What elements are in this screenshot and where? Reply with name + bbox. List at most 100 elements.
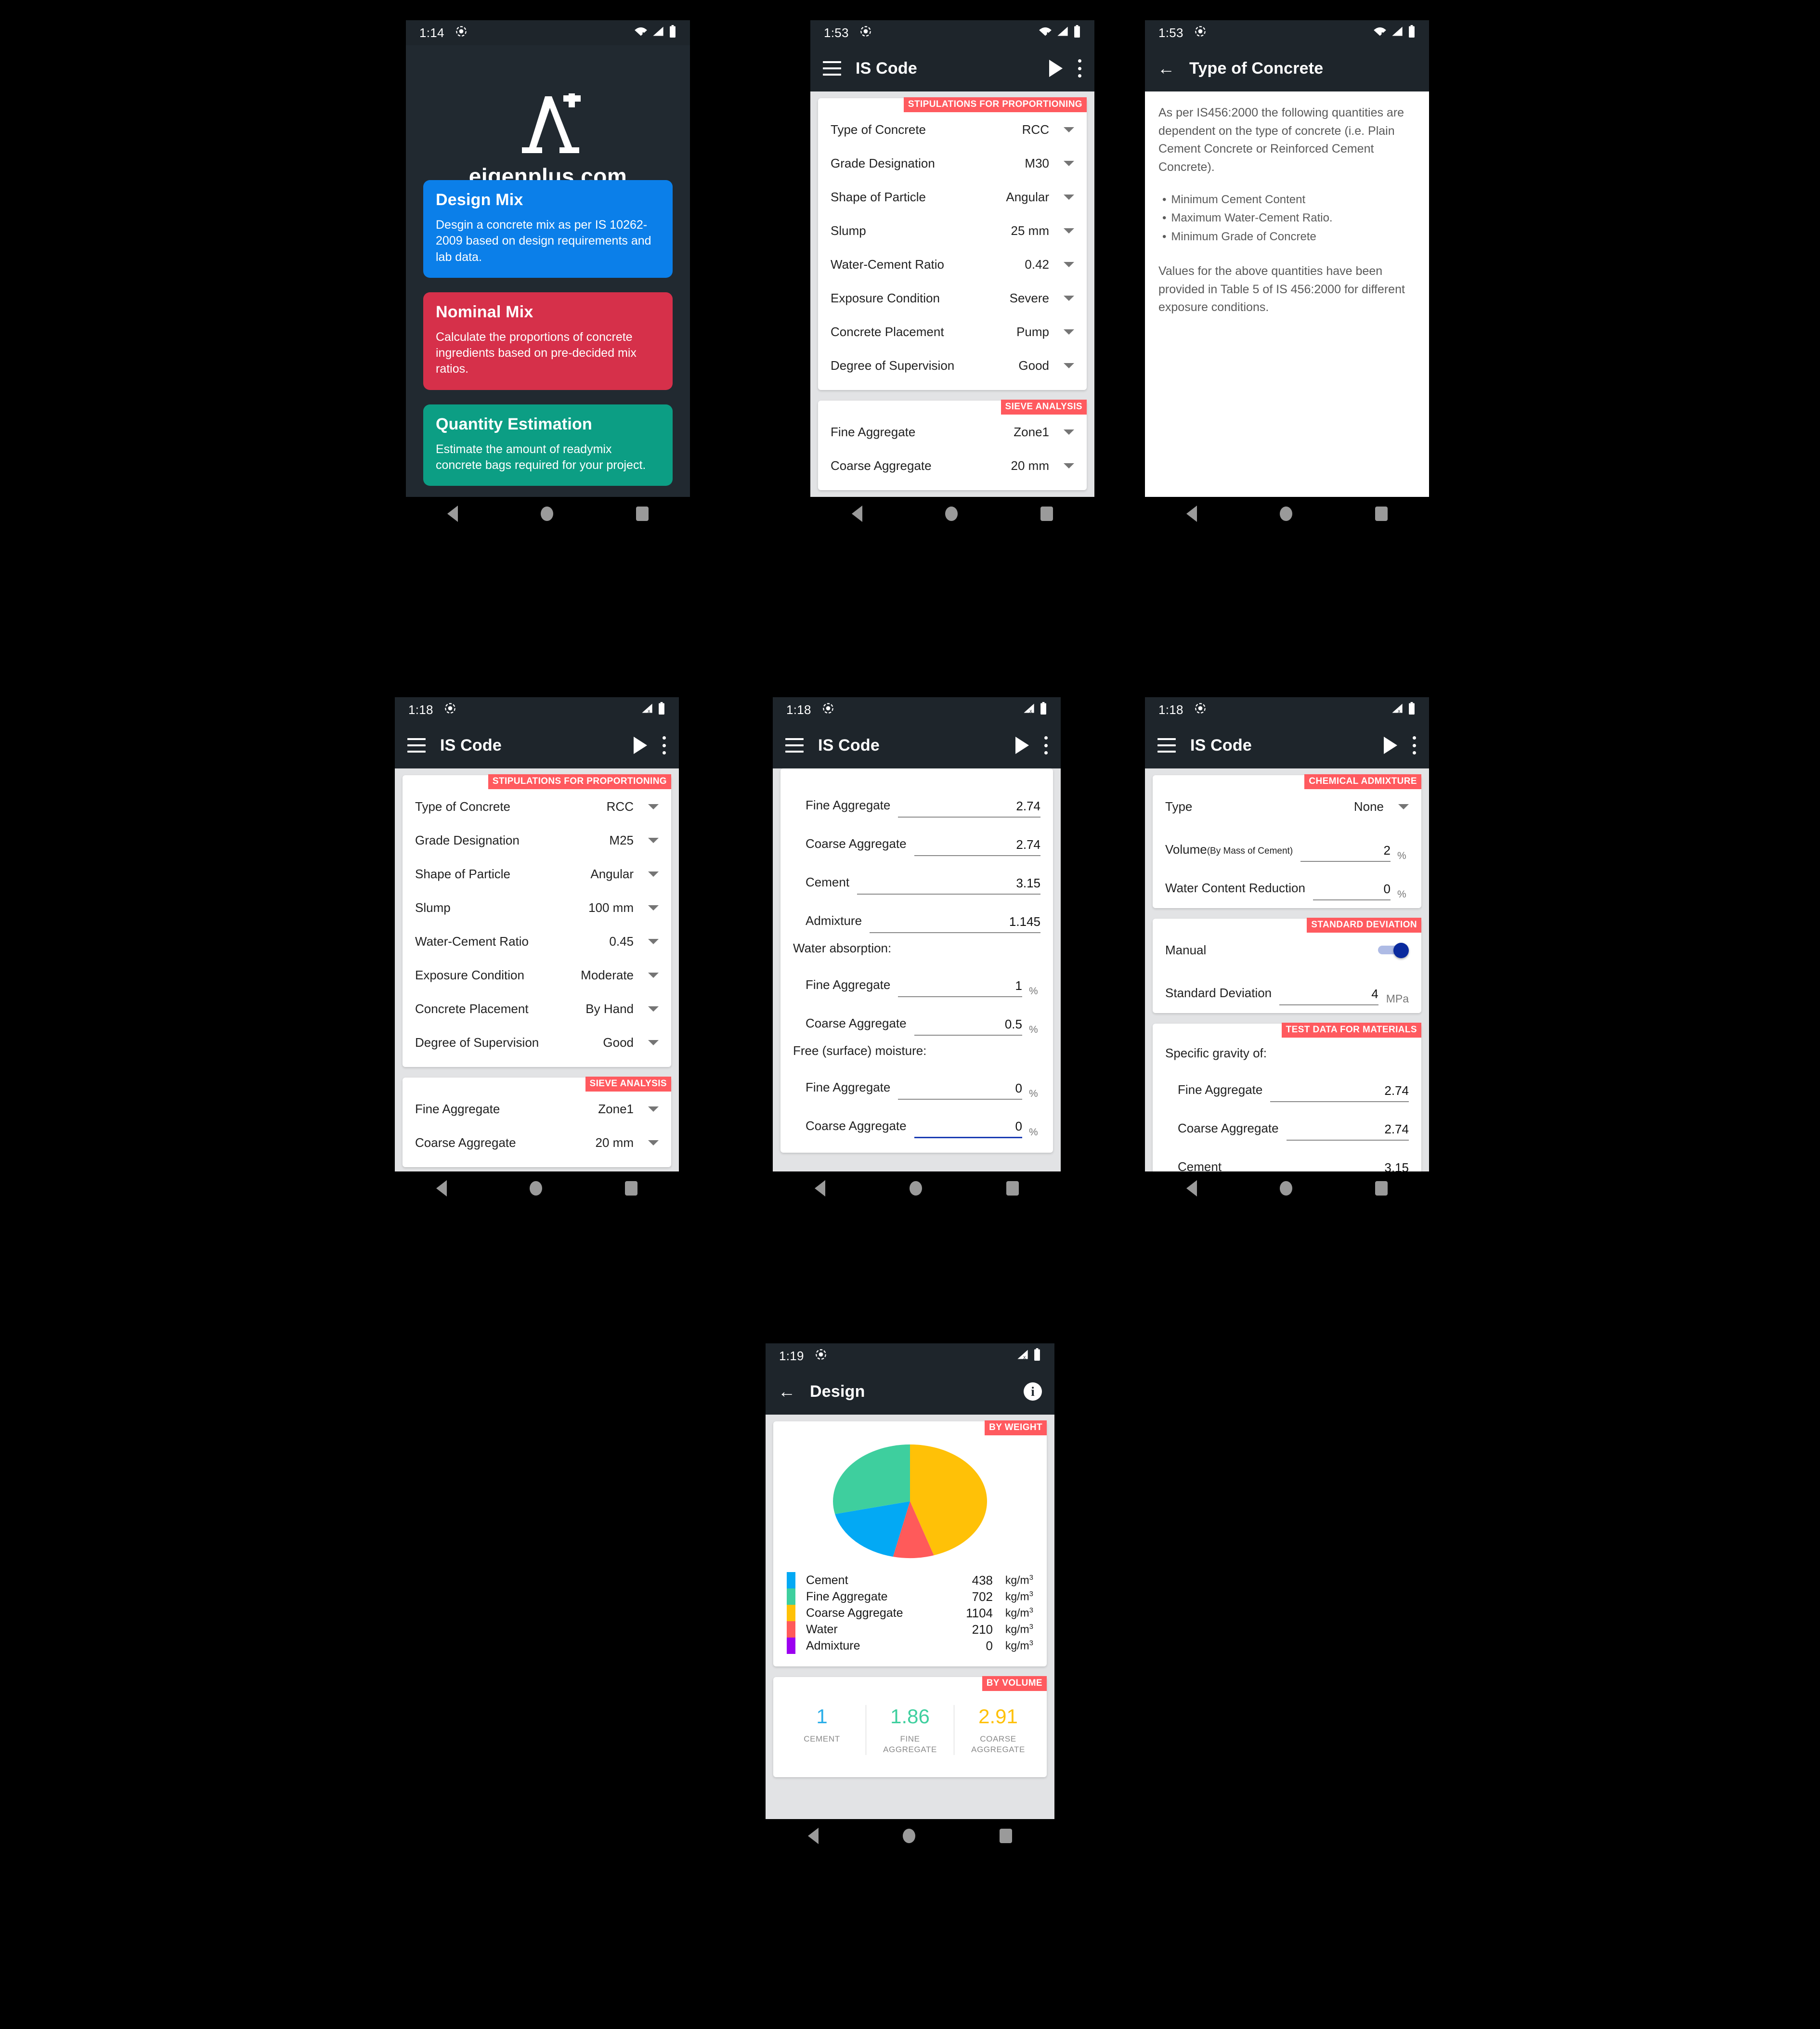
field-value[interactable]: 3.15 [857,876,1040,895]
row-grade-designation[interactable]: Grade Designation M25 [403,823,671,857]
field-value[interactable]: 0 [898,1081,1022,1100]
nav-home-icon[interactable] [541,507,553,521]
row-concrete-placement[interactable]: Concrete Placement By Hand [403,992,671,1026]
field-standard-deviation[interactable]: Standard Deviation 4 MPa [1153,967,1421,1005]
form-scroll-area[interactable]: STIPULATIONS FOR PROPORTIONING Type of C… [395,768,679,1173]
field-fm-coarse-aggregate[interactable]: Coarse Aggregate 0 % [780,1100,1053,1138]
nav-recents-icon[interactable] [1375,507,1388,521]
kebab-menu-icon[interactable] [1412,736,1417,754]
field-value[interactable]: 1 [898,978,1022,997]
field-value[interactable]: 0 [1313,882,1391,900]
row-type-of-concrete[interactable]: Type of Concrete RCC [403,790,671,823]
play-icon[interactable] [1384,737,1397,754]
row-water-cement-ratio[interactable]: Water-Cement Ratio 0.42 [818,247,1087,281]
chevron-down-icon[interactable] [1064,463,1074,468]
nav-back-icon[interactable] [852,506,862,522]
field-value[interactable]: 0.5 [914,1017,1022,1036]
chevron-down-icon[interactable] [1064,194,1074,200]
chevron-down-icon[interactable] [648,905,659,910]
row-exposure-condition[interactable]: Exposure Condition Moderate [403,958,671,992]
nav-recents-icon[interactable] [625,1181,637,1196]
field-sg-fine-aggregate[interactable]: Fine Aggregate 2.74 [1153,1064,1421,1102]
hamburger-icon[interactable] [1157,738,1176,753]
back-arrow-icon[interactable]: ← [778,1383,795,1400]
row-degree-of-supervision[interactable]: Degree of Supervision Good [818,349,1087,382]
field-sg-cement[interactable]: Cement 3.15 [780,856,1053,895]
field-sg-cement[interactable]: Cement 3.15 [1153,1141,1421,1173]
chevron-down-icon[interactable] [648,1040,659,1045]
nav-home-icon[interactable] [945,507,958,521]
form-scroll-area[interactable]: STIPULATIONS FOR PROPORTIONING Type of C… [810,91,1094,498]
field-wa-fine-aggregate[interactable]: Fine Aggregate 1 % [780,959,1053,997]
info-icon[interactable]: i [1024,1382,1042,1401]
row-slump[interactable]: Slump 25 mm [818,214,1087,247]
nav-back-icon[interactable] [807,1828,819,1844]
chevron-down-icon[interactable] [648,1006,659,1012]
hamburger-icon[interactable] [823,61,841,76]
field-water-content-reduction[interactable]: Water Content Reduction 0 % [1153,862,1421,900]
kebab-menu-icon[interactable] [1043,736,1048,754]
chevron-down-icon[interactable] [1064,127,1074,132]
nav-back-icon[interactable] [436,1180,447,1197]
chevron-down-icon[interactable] [648,837,659,843]
row-fine-aggregate[interactable]: Fine Aggregate Zone1 [403,1092,671,1126]
row-type-of-concrete[interactable]: Type of Concrete RCC [818,113,1087,146]
chevron-down-icon[interactable] [648,871,659,877]
chevron-down-icon[interactable] [648,1106,659,1112]
chevron-down-icon[interactable] [648,804,659,809]
nav-home-icon[interactable] [530,1181,542,1196]
row-coarse-aggregate[interactable]: Coarse Aggregate 20 mm [818,449,1087,482]
hamburger-icon[interactable] [407,738,426,753]
field-value[interactable]: 0 [914,1119,1022,1138]
nav-back-icon[interactable] [1186,1180,1197,1197]
play-icon[interactable] [1049,60,1063,77]
form-scroll-area[interactable]: CHEMICAL ADMIXTURE Type None Volume(By M… [1145,768,1429,1173]
nav-home-icon[interactable] [1280,1181,1292,1196]
nav-recents-icon[interactable] [1375,1181,1388,1196]
chevron-down-icon[interactable] [1064,295,1074,301]
field-sg-fine-aggregate[interactable]: Fine Aggregate 2.74 [780,779,1053,818]
row-shape-of-particle[interactable]: Shape of Particle Angular [818,180,1087,214]
row-admixture-type[interactable]: Type None [1153,790,1421,823]
nav-recents-icon[interactable] [636,507,649,521]
field-wa-coarse-aggregate[interactable]: Coarse Aggregate 0.5 % [780,997,1053,1036]
field-value[interactable]: 2.74 [1286,1122,1409,1141]
field-value[interactable]: 4 [1279,987,1378,1005]
form-scroll-area[interactable]: Fine Aggregate 2.74 Coarse Aggregate 2.7… [773,768,1061,1173]
chevron-down-icon[interactable] [1064,160,1074,166]
chevron-down-icon[interactable] [1064,329,1074,335]
row-shape-of-particle[interactable]: Shape of Particle Angular [403,857,671,891]
row-coarse-aggregate[interactable]: Coarse Aggregate 20 mm [403,1126,671,1159]
chevron-down-icon[interactable] [648,1140,659,1145]
play-icon[interactable] [1015,737,1029,754]
nav-home-icon[interactable] [909,1181,922,1196]
play-icon[interactable] [634,737,647,754]
card-nominal-mix[interactable]: Nominal Mix Calculate the proportions of… [423,292,673,390]
field-sg-admixture[interactable]: Admixture 1.145 [780,895,1053,933]
row-slump[interactable]: Slump 100 mm [403,891,671,924]
row-fine-aggregate[interactable]: Fine Aggregate Zone1 [818,415,1087,449]
chevron-down-icon[interactable] [1398,804,1409,809]
nav-back-icon[interactable] [447,506,458,522]
nav-home-icon[interactable] [1280,507,1292,521]
chevron-down-icon[interactable] [648,972,659,978]
kebab-menu-icon[interactable] [1077,59,1082,78]
chevron-down-icon[interactable] [1064,429,1074,435]
back-arrow-icon[interactable]: ← [1157,60,1175,77]
results-scroll-area[interactable]: BY WEIGHT Cement 438 kg/m3 Fine Aggregat… [766,1415,1054,1819]
field-value[interactable]: 2.74 [898,799,1040,818]
row-water-cement-ratio[interactable]: Water-Cement Ratio 0.45 [403,924,671,958]
nav-home-icon[interactable] [902,1829,915,1843]
field-value[interactable]: 1.145 [870,914,1040,933]
field-value[interactable]: 2 [1300,843,1391,862]
nav-back-icon[interactable] [1186,506,1197,522]
manual-toggle-switch[interactable] [1378,943,1409,958]
card-design-mix[interactable]: Design Mix Desgin a concrete mix as per … [423,180,673,278]
chevron-down-icon[interactable] [648,938,659,944]
chevron-down-icon[interactable] [1064,363,1074,368]
kebab-menu-icon[interactable] [662,736,666,754]
nav-recents-icon[interactable] [1040,507,1053,521]
nav-back-icon[interactable] [815,1180,826,1197]
row-concrete-placement[interactable]: Concrete Placement Pump [818,315,1087,349]
card-quantity-estimation[interactable]: Quantity Estimation Estimate the amount … [423,404,673,486]
